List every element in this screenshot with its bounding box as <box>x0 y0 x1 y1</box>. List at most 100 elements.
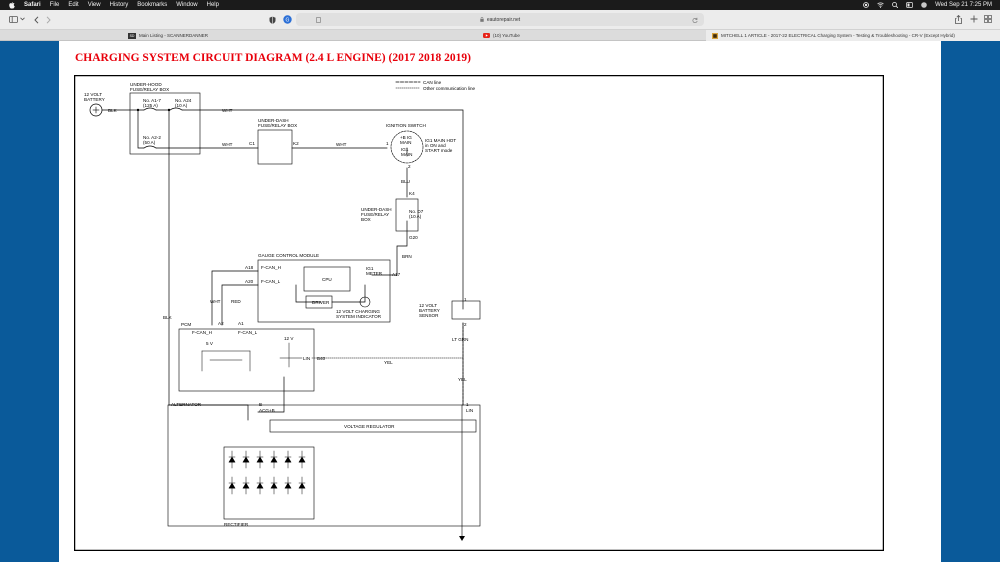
wire-label-wht-can: WHT <box>210 299 221 304</box>
junction-dot <box>167 108 171 112</box>
address-bar[interactable]: eautorepair.net <box>296 13 704 26</box>
lock-icon <box>480 17 484 22</box>
connector-g20: G20 <box>409 235 418 240</box>
safari-toolbar: G eautorepair.net <box>0 10 1000 30</box>
wire-label-brn: BRN <box>402 254 412 259</box>
tab-overview-icon[interactable] <box>984 15 992 23</box>
rectifier-diode <box>284 450 292 469</box>
alternator-label: ALTERNATOR <box>171 402 202 407</box>
pcm-fcan-l: F-CAN_L <box>238 330 258 335</box>
rectifier-diode <box>256 450 264 469</box>
connector-a1: A1 <box>238 321 244 326</box>
rectifier-diode <box>270 450 278 469</box>
battery-sensor: 1 2 12 VOLT BATTERY SENSOR <box>419 297 481 327</box>
wire-label-red: RED <box>231 299 241 304</box>
menu-history[interactable]: History <box>110 2 129 8</box>
tab-scannerdanner[interactable]: SD Main Listing - SCANNERDANNER <box>128 30 208 41</box>
apple-menu-icon[interactable] <box>9 1 15 9</box>
youtube-favicon-icon <box>483 33 490 38</box>
legend-can-line: CAN line <box>423 80 442 85</box>
underdash2-label-3: BOX <box>361 217 371 222</box>
connector-a18: A18 <box>245 265 254 270</box>
fuse-a17-rating: (125 A) <box>143 103 158 108</box>
ig1-main-hot-3: START mode <box>425 148 453 153</box>
wire-label-ltgrn: LT GRN <box>452 337 468 342</box>
underdash-label-2: FUSE/RELAY BOX <box>258 123 297 128</box>
menu-view[interactable]: View <box>88 2 101 8</box>
tab-label: (10) YouTube <box>493 33 520 38</box>
diagram-frame <box>74 75 884 551</box>
tab-youtube[interactable]: (10) YouTube <box>483 30 520 41</box>
underhood-fuse-box: UNDER-HOOD FUSE/RELAY BOX No. A1-7 (125 … <box>129 82 201 155</box>
legend-other-line: Other communication line <box>423 86 476 91</box>
underdash-fuse-box: UNDER-DASH FUSE/RELAY BOX C1 K2 <box>249 118 299 165</box>
siri-icon[interactable] <box>921 2 927 8</box>
wire-label-wht-1: WHT <box>222 108 233 113</box>
ig1-main-label: MAIN <box>401 152 412 157</box>
menu-bookmarks[interactable]: Bookmarks <box>137 2 167 8</box>
tab-bar: SD Main Listing - SCANNERDANNER (10) You… <box>0 30 1000 41</box>
sensor-pin-2: 2 <box>464 322 467 327</box>
gauge-module-label: GAUGE CONTROL MODULE <box>258 253 319 258</box>
menu-file[interactable]: File <box>50 2 60 8</box>
diagram-legend: CAN line Other communication line <box>395 80 476 91</box>
charging-circuit-diagram: CAN line Other communication line 12 VOL… <box>74 75 884 551</box>
cpu-label: CPU <box>322 277 332 282</box>
ig-pin-2: 2 <box>408 164 411 169</box>
menu-help[interactable]: Help <box>207 2 219 8</box>
ig-plus-b-main-label: MAIN <box>400 140 411 145</box>
alt-pin-1: 1 <box>466 402 469 407</box>
screen-record-icon[interactable] <box>863 2 869 8</box>
indicator-label-2: SYSTEM INDICATOR <box>336 314 382 319</box>
alt-lin-label: LIN <box>466 408 473 413</box>
extension-icon[interactable]: G <box>283 15 292 24</box>
rectifier-diode <box>284 476 292 495</box>
menu-edit[interactable]: Edit <box>68 2 78 8</box>
macos-menubar: Safari File Edit View History Bookmarks … <box>0 0 1000 10</box>
page-title: CHARGING SYSTEM CIRCUIT DIAGRAM (2.4 L E… <box>75 52 471 64</box>
wire-label-yel-1: YEL <box>458 377 467 382</box>
gauge-fcan-h: F-CAN_H <box>261 265 281 270</box>
connector-a20: A20 <box>245 279 254 284</box>
reload-icon[interactable] <box>692 17 698 23</box>
pcm-module: PCM A2 A1 F-CAN_H F-CAN_L 5 V 12 V LIN B… <box>178 321 326 392</box>
pcm-12v-label: 12 V <box>284 336 294 341</box>
url-text: eautorepair.net <box>486 16 521 23</box>
tab-label: MITCHELL 1 ARTICLE - 2017-22 ELECTRICAL … <box>721 33 955 38</box>
tab-mitchell-article[interactable]: MITCHELL 1 ARTICLE - 2017-22 ELECTRICAL … <box>706 30 1000 41</box>
share-icon[interactable] <box>955 15 962 24</box>
junction-dot <box>136 108 140 112</box>
spotlight-search-icon[interactable] <box>892 2 899 8</box>
mitchell-favicon-icon <box>712 32 718 39</box>
wire-label-wht-2: WHT <box>222 142 233 147</box>
privacy-shield-icon[interactable] <box>269 16 276 24</box>
forward-arrow-icon[interactable] <box>46 16 51 24</box>
new-tab-plus-icon[interactable] <box>970 15 978 23</box>
battery-symbol: 12 VOLT BATTERY <box>84 92 105 117</box>
wifi-icon[interactable] <box>877 2 884 8</box>
control-center-icon[interactable] <box>906 2 913 8</box>
wire-label-blk-2: BLK <box>163 315 173 320</box>
connector-k2: K2 <box>293 141 299 146</box>
scannerdanner-favicon-icon: SD <box>128 32 136 39</box>
gauge-control-module: GAUGE CONTROL MODULE CPU DRIVER 12 VOLT … <box>245 253 401 323</box>
svg-text:G: G <box>286 17 290 23</box>
connector-b: B <box>259 402 262 407</box>
menubar-clock[interactable]: Wed Sep 21 7:25 PM <box>935 2 992 8</box>
wire-label-wht-3: WHT <box>336 142 347 147</box>
menu-app-name[interactable]: Safari <box>24 2 41 8</box>
connector-a17: A17 <box>392 272 401 277</box>
page-icon[interactable] <box>316 16 321 23</box>
chevron-down-icon[interactable] <box>20 17 25 21</box>
sidebar-toggle-icon[interactable] <box>9 16 18 23</box>
rectifier-label: RECTIFIER <box>224 522 249 527</box>
back-arrow-icon[interactable] <box>34 16 39 24</box>
wire-label-yel-2: YEL <box>384 360 393 365</box>
voltage-regulator-label: VOLTAGE REGULATOR <box>344 424 395 429</box>
rectifier-diode <box>256 476 264 495</box>
battery-label-2: BATTERY <box>84 97 105 102</box>
fuse-d7-rating: (10 A) <box>409 214 422 219</box>
menu-window[interactable]: Window <box>176 2 197 8</box>
pcm-fcan-h: F-CAN_H <box>192 330 212 335</box>
web-page: CHARGING SYSTEM CIRCUIT DIAGRAM (2.4 L E… <box>59 41 941 562</box>
